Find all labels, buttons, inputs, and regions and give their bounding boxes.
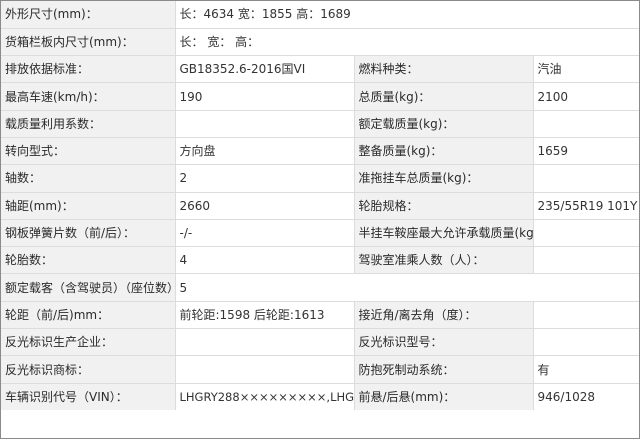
table-row: 钢板弹簧片数（前/后）： -/- 半挂车鞍座最大允许承载质量(kg)： [1, 218, 639, 248]
spec-value [532, 164, 639, 193]
spec-value: 有 [532, 355, 639, 384]
spec-label: 防抱死制动系统： [353, 355, 534, 384]
spec-value: 5 [174, 273, 639, 302]
table-row: 额定载客（含驾驶员）（座位数）： 5 [1, 273, 639, 302]
spec-value: 4 [174, 246, 355, 275]
spec-label: 轮胎规格： [353, 191, 534, 220]
spec-label: 反光标识商标： [1, 355, 176, 384]
spec-label: 排放依据标准： [1, 55, 176, 84]
spec-value: 前轮距:1598 后轮距:1613 [174, 300, 355, 330]
spec-value [532, 246, 639, 275]
table-row: 车辆识别代号（VIN）： LHGRY288×××××××××,LHGRY289×… [1, 382, 639, 411]
spec-label: 载质量利用系数： [1, 109, 176, 138]
spec-label: 反光标识生产企业： [1, 328, 176, 357]
spec-value [174, 109, 355, 138]
spec-label: 货箱栏板内尺寸(mm)： [1, 27, 176, 57]
spec-table-frame: 外形尺寸(mm)： 长：4634 宽：1855 高：1689 货箱栏板内尺寸(m… [0, 0, 640, 439]
spec-label: 转向型式： [1, 136, 176, 166]
table-row: 轮胎数： 4 驾驶室准乘人数（人）： [1, 246, 639, 275]
spec-label: 准拖挂车总质量(kg)： [353, 164, 534, 193]
table-row: 外形尺寸(mm)： 长：4634 宽：1855 高：1689 [1, 1, 639, 29]
spec-label: 反光标识型号： [353, 328, 534, 357]
spec-label: 前悬/后悬(mm)： [353, 382, 534, 411]
spec-value [532, 109, 639, 138]
spec-label: 驾驶室准乘人数（人）： [353, 246, 534, 275]
table-row: 载质量利用系数： 额定载质量(kg)： [1, 109, 639, 138]
table-row: 转向型式： 方向盘 整备质量(kg)： 1659 [1, 136, 639, 166]
spec-label: 额定载客（含驾驶员）（座位数）： [1, 273, 176, 302]
table-row: 最高车速(km/h)： 190 总质量(kg)： 2100 [1, 82, 639, 111]
spec-value [174, 355, 355, 384]
spec-value: 长：4634 宽：1855 高：1689 [174, 1, 639, 29]
spec-value: 2660 [174, 191, 355, 220]
spec-label: 整备质量(kg)： [353, 136, 534, 166]
table-row: 轮距（前/后)mm： 前轮距:1598 后轮距:1613 接近角/离去角（度）： [1, 300, 639, 330]
spec-value: 汽油 [532, 55, 639, 84]
spec-value [532, 218, 639, 248]
spec-label: 总质量(kg)： [353, 82, 534, 111]
spec-label: 轮胎数： [1, 246, 176, 275]
spec-value: 方向盘 [174, 136, 355, 166]
spec-label: 外形尺寸(mm)： [1, 1, 176, 29]
spec-label: 半挂车鞍座最大允许承载质量(kg)： [353, 218, 534, 248]
spec-value: 1659 [532, 136, 639, 166]
spec-value: 2100 [532, 82, 639, 111]
spec-value: 235/55R19 101Y [532, 191, 639, 220]
spec-value: 946/1028 [532, 382, 639, 411]
table-row: 轴数： 2 准拖挂车总质量(kg)： [1, 164, 639, 193]
spec-label: 燃料种类： [353, 55, 534, 84]
spec-label: 车辆识别代号（VIN）： [1, 382, 176, 411]
table-row: 排放依据标准： GB18352.6-2016国VI 燃料种类： 汽油 [1, 55, 639, 84]
spec-value: 长： 宽： 高： [174, 27, 639, 57]
spec-label: 轴数： [1, 164, 176, 193]
table-row: 反光标识商标： 防抱死制动系统： 有 [1, 355, 639, 384]
spec-value [532, 300, 639, 330]
spec-value: -/- [174, 218, 355, 248]
spec-value: GB18352.6-2016国VI [174, 55, 355, 84]
spec-label: 接近角/离去角（度）： [353, 300, 534, 330]
table-row: 反光标识生产企业： 反光标识型号： [1, 328, 639, 357]
spec-label: 最高车速(km/h)： [1, 82, 176, 111]
spec-label: 轮距（前/后)mm： [1, 300, 176, 330]
spec-label: 钢板弹簧片数（前/后）： [1, 218, 176, 248]
spec-label: 额定载质量(kg)： [353, 109, 534, 138]
spec-value [532, 328, 639, 357]
spec-value: 2 [174, 164, 355, 193]
spec-value-vin: LHGRY288×××××××××,LHGRY289××××××××× [174, 382, 355, 411]
table-row: 轴距(mm)： 2660 轮胎规格： 235/55R19 101Y [1, 191, 639, 220]
spec-value [174, 328, 355, 357]
spec-value: 190 [174, 82, 355, 111]
spec-label: 轴距(mm)： [1, 191, 176, 220]
vehicle-spec-table: 外形尺寸(mm)： 长：4634 宽：1855 高：1689 货箱栏板内尺寸(m… [1, 1, 639, 411]
table-row: 货箱栏板内尺寸(mm)： 长： 宽： 高： [1, 27, 639, 57]
